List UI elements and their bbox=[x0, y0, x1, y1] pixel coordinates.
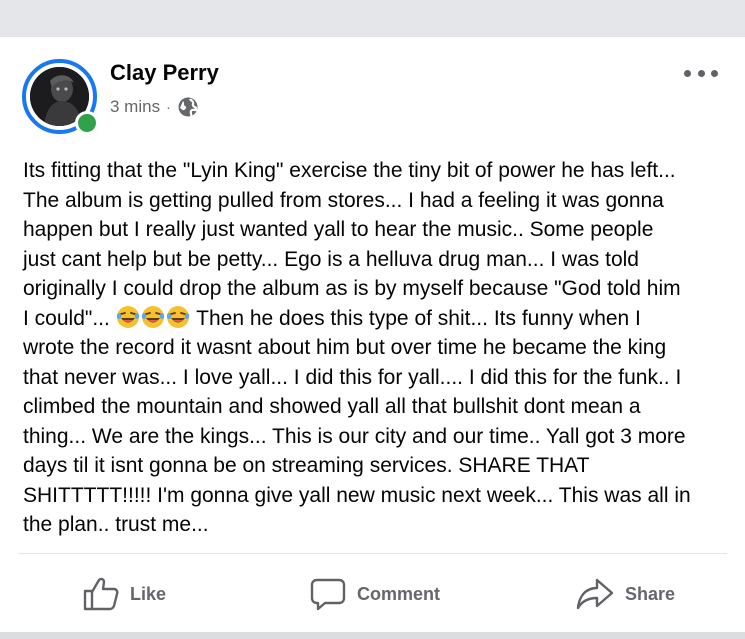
post-text-line: just cant help but be petty... Ego is a … bbox=[23, 247, 639, 271]
share-button[interactable]: Share bbox=[575, 574, 675, 614]
post-text-fragment: I could"... bbox=[23, 306, 110, 330]
laughing-tears-emoji bbox=[116, 305, 140, 329]
post-text-fragment: Then he does this type of shit... Its fu… bbox=[190, 306, 641, 330]
like-icon bbox=[83, 577, 119, 611]
like-label: Like bbox=[130, 583, 167, 604]
more-dot bbox=[697, 69, 705, 77]
post-text-line: wrote the record it wasnt about him but … bbox=[23, 336, 667, 359]
globe-icon[interactable] bbox=[177, 96, 199, 118]
post-text-line: I could"... Then he does this type of sh… bbox=[23, 304, 733, 334]
post-text-line: happen but I really just wanted yall to … bbox=[23, 218, 654, 241]
like-button[interactable]: Like bbox=[82, 574, 166, 614]
action-divider bbox=[18, 553, 727, 554]
post-text-line: the plan.. trust me... bbox=[23, 513, 209, 536]
post-text-line: originally I could drop the album as is … bbox=[23, 277, 681, 300]
more-options-icon[interactable] bbox=[684, 62, 718, 84]
share-icon bbox=[576, 578, 614, 610]
online-status-indicator bbox=[75, 111, 99, 135]
comment-button[interactable]: Comment bbox=[309, 574, 440, 614]
post-text-line: The album is getting pulled from stores.… bbox=[23, 188, 664, 212]
comment-label: Comment bbox=[357, 583, 441, 604]
post-text-line: SHITTTTT!!!!! I'm gonna give yall new mu… bbox=[23, 483, 691, 507]
author-name[interactable]: Clay Perry bbox=[110, 60, 219, 86]
post-text: Its fitting that the "Lyin King" exercis… bbox=[23, 156, 733, 540]
post-text-line: that never was... I love yall... I did t… bbox=[23, 365, 682, 389]
feed-background-top bbox=[0, 0, 745, 37]
post-text-line: climbed the mountain and showed yall all… bbox=[23, 395, 641, 418]
comment-icon bbox=[310, 578, 346, 611]
laughing-tears-emoji bbox=[166, 305, 190, 329]
meta-separator: · bbox=[166, 99, 171, 115]
post-text-line: thing... We are the kings... This is our… bbox=[23, 424, 686, 448]
feed-background-bottom bbox=[0, 632, 745, 639]
post-text-line: days til it isnt gonna be on streaming s… bbox=[23, 454, 590, 477]
post-text-line: Its fitting that the "Lyin King" exercis… bbox=[23, 159, 676, 182]
share-label: Share bbox=[625, 583, 676, 604]
post-timestamp[interactable]: 3 mins bbox=[110, 97, 160, 117]
laughing-tears-emoji bbox=[141, 305, 165, 329]
more-dot bbox=[684, 69, 691, 77]
post-meta: 3 mins · bbox=[110, 95, 199, 119]
more-dot bbox=[711, 69, 718, 77]
